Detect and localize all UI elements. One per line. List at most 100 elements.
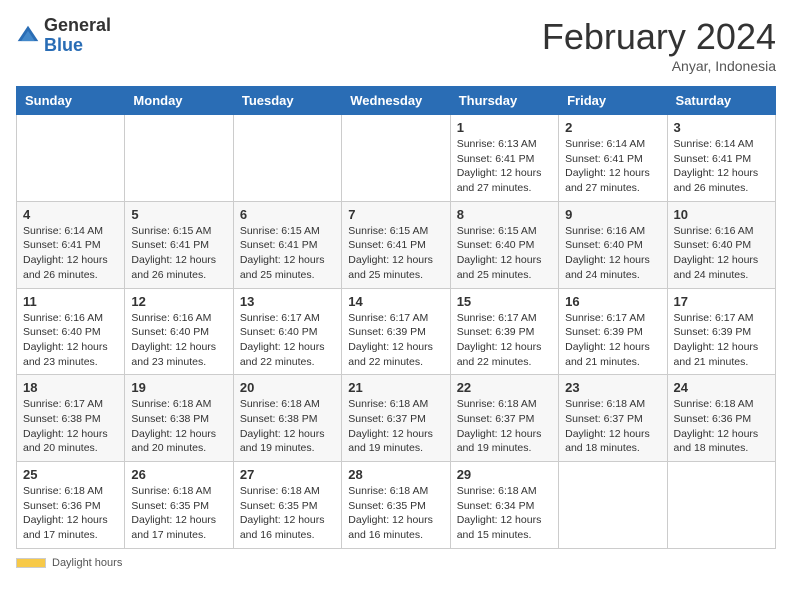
day-header-sunday: Sunday xyxy=(17,87,125,115)
day-info: Sunrise: 6:14 AM Sunset: 6:41 PM Dayligh… xyxy=(565,137,660,196)
day-number: 15 xyxy=(457,294,552,309)
calendar-cell xyxy=(667,462,775,549)
day-number: 14 xyxy=(348,294,443,309)
calendar-cell xyxy=(559,462,667,549)
day-number: 12 xyxy=(131,294,226,309)
calendar-cell xyxy=(125,115,233,202)
calendar-header: SundayMondayTuesdayWednesdayThursdayFrid… xyxy=(17,87,776,115)
calendar-cell: 6Sunrise: 6:15 AM Sunset: 6:41 PM Daylig… xyxy=(233,201,341,288)
day-info: Sunrise: 6:15 AM Sunset: 6:41 PM Dayligh… xyxy=(348,224,443,283)
day-header-thursday: Thursday xyxy=(450,87,558,115)
day-info: Sunrise: 6:17 AM Sunset: 6:39 PM Dayligh… xyxy=(348,311,443,370)
calendar-cell: 13 Sunrise: 6:17 AM Sunset: 6:40 PM Dayli… xyxy=(233,288,341,375)
month-title: February 2024 xyxy=(542,16,776,58)
day-info: Sunrise: 6:18 AM Sunset: 6:38 PM Dayligh… xyxy=(240,397,335,456)
calendar-cell: 9 Sunrise: 6:16 AM Sunset: 6:40 PM Daylig… xyxy=(559,201,667,288)
day-number: 7 xyxy=(348,207,443,222)
logo-blue: Blue xyxy=(44,36,111,56)
day-number: 2 xyxy=(565,120,660,135)
logo-icon xyxy=(16,24,40,48)
calendar-cell: 23 Sunrise: 6:18 AM Sunset: 6:37 PM Dayli… xyxy=(559,375,667,462)
calendar-cell xyxy=(342,115,450,202)
day-info: Sunrise: 6:15 AM Sunset: 6:40 PM Dayligh… xyxy=(457,224,552,283)
calendar-cell: 14 Sunrise: 6:17 AM Sunset: 6:39 PM Dayli… xyxy=(342,288,450,375)
calendar-cell: 29Sunrise: 6:18 AM Sunset: 6:34 PM Dayli… xyxy=(450,462,558,549)
day-number: 26 xyxy=(131,467,226,482)
week-row: 1Sunrise: 6:13 AM Sunset: 6:41 PM Daylig… xyxy=(17,115,776,202)
day-info: Sunrise: 6:17 AM Sunset: 6:39 PM Dayligh… xyxy=(674,311,769,370)
calendar-cell: 1Sunrise: 6:13 AM Sunset: 6:41 PM Daylig… xyxy=(450,115,558,202)
day-info: Sunrise: 6:16 AM Sunset: 6:40 PM Dayligh… xyxy=(131,311,226,370)
calendar-cell: 8 Sunrise: 6:15 AM Sunset: 6:40 PM Daylig… xyxy=(450,201,558,288)
calendar-cell xyxy=(17,115,125,202)
header: General Blue February 2024 Anyar, Indone… xyxy=(16,16,776,74)
day-number: 19 xyxy=(131,380,226,395)
logo: General Blue xyxy=(16,16,111,56)
calendar-cell: 25Sunrise: 6:18 AM Sunset: 6:36 PM Dayli… xyxy=(17,462,125,549)
day-number: 29 xyxy=(457,467,552,482)
calendar-cell: 4 Sunrise: 6:14 AM Sunset: 6:41 PM Daylig… xyxy=(17,201,125,288)
days-header-row: SundayMondayTuesdayWednesdayThursdayFrid… xyxy=(17,87,776,115)
day-header-wednesday: Wednesday xyxy=(342,87,450,115)
day-header-monday: Monday xyxy=(125,87,233,115)
day-number: 11 xyxy=(23,294,118,309)
week-row: 4 Sunrise: 6:14 AM Sunset: 6:41 PM Daylig… xyxy=(17,201,776,288)
week-row: 25Sunrise: 6:18 AM Sunset: 6:36 PM Dayli… xyxy=(17,462,776,549)
day-number: 4 xyxy=(23,207,118,222)
day-info: Sunrise: 6:18 AM Sunset: 6:37 PM Dayligh… xyxy=(565,397,660,456)
day-number: 17 xyxy=(674,294,769,309)
day-info: Sunrise: 6:18 AM Sunset: 6:35 PM Dayligh… xyxy=(348,484,443,543)
day-info: Sunrise: 6:18 AM Sunset: 6:38 PM Dayligh… xyxy=(131,397,226,456)
week-row: 11 Sunrise: 6:16 AM Sunset: 6:40 PM Dayli… xyxy=(17,288,776,375)
day-number: 9 xyxy=(565,207,660,222)
calendar-cell: 27Sunrise: 6:18 AM Sunset: 6:35 PM Dayli… xyxy=(233,462,341,549)
day-info: Sunrise: 6:13 AM Sunset: 6:41 PM Dayligh… xyxy=(457,137,552,196)
logo-general: General xyxy=(44,16,111,36)
calendar-body: 1Sunrise: 6:13 AM Sunset: 6:41 PM Daylig… xyxy=(17,115,776,549)
day-number: 28 xyxy=(348,467,443,482)
day-info: Sunrise: 6:14 AM Sunset: 6:41 PM Dayligh… xyxy=(674,137,769,196)
day-info: Sunrise: 6:17 AM Sunset: 6:40 PM Dayligh… xyxy=(240,311,335,370)
day-info: Sunrise: 6:14 AM Sunset: 6:41 PM Dayligh… xyxy=(23,224,118,283)
day-number: 18 xyxy=(23,380,118,395)
day-number: 25 xyxy=(23,467,118,482)
calendar-cell: 5Sunrise: 6:15 AM Sunset: 6:41 PM Daylig… xyxy=(125,201,233,288)
calendar-cell: 19 Sunrise: 6:18 AM Sunset: 6:38 PM Dayli… xyxy=(125,375,233,462)
day-number: 10 xyxy=(674,207,769,222)
day-info: Sunrise: 6:18 AM Sunset: 6:35 PM Dayligh… xyxy=(131,484,226,543)
day-info: Sunrise: 6:16 AM Sunset: 6:40 PM Dayligh… xyxy=(565,224,660,283)
day-number: 13 xyxy=(240,294,335,309)
day-number: 20 xyxy=(240,380,335,395)
day-number: 21 xyxy=(348,380,443,395)
day-info: Sunrise: 6:16 AM Sunset: 6:40 PM Dayligh… xyxy=(23,311,118,370)
calendar-cell: 11 Sunrise: 6:16 AM Sunset: 6:40 PM Dayli… xyxy=(17,288,125,375)
calendar-cell: 12 Sunrise: 6:16 AM Sunset: 6:40 PM Dayli… xyxy=(125,288,233,375)
calendar-cell: 17 Sunrise: 6:17 AM Sunset: 6:39 PM Dayli… xyxy=(667,288,775,375)
day-header-saturday: Saturday xyxy=(667,87,775,115)
calendar-cell: 28 Sunrise: 6:18 AM Sunset: 6:35 PM Dayli… xyxy=(342,462,450,549)
calendar-cell: 3Sunrise: 6:14 AM Sunset: 6:41 PM Daylig… xyxy=(667,115,775,202)
day-number: 16 xyxy=(565,294,660,309)
location-subtitle: Anyar, Indonesia xyxy=(542,58,776,74)
day-info: Sunrise: 6:16 AM Sunset: 6:40 PM Dayligh… xyxy=(674,224,769,283)
calendar-cell: 20 Sunrise: 6:18 AM Sunset: 6:38 PM Dayli… xyxy=(233,375,341,462)
calendar-cell: 24Sunrise: 6:18 AM Sunset: 6:36 PM Dayli… xyxy=(667,375,775,462)
day-number: 23 xyxy=(565,380,660,395)
title-area: February 2024 Anyar, Indonesia xyxy=(542,16,776,74)
day-number: 24 xyxy=(674,380,769,395)
day-info: Sunrise: 6:18 AM Sunset: 6:37 PM Dayligh… xyxy=(457,397,552,456)
calendar-cell: 18Sunrise: 6:17 AM Sunset: 6:38 PM Dayli… xyxy=(17,375,125,462)
daylight-label: Daylight hours xyxy=(52,557,122,569)
week-row: 18Sunrise: 6:17 AM Sunset: 6:38 PM Dayli… xyxy=(17,375,776,462)
calendar-cell: 16 Sunrise: 6:17 AM Sunset: 6:39 PM Dayli… xyxy=(559,288,667,375)
calendar-cell xyxy=(233,115,341,202)
day-number: 8 xyxy=(457,207,552,222)
day-info: Sunrise: 6:18 AM Sunset: 6:35 PM Dayligh… xyxy=(240,484,335,543)
daylight-bar-icon xyxy=(16,558,46,568)
day-info: Sunrise: 6:17 AM Sunset: 6:39 PM Dayligh… xyxy=(565,311,660,370)
day-number: 5 xyxy=(131,207,226,222)
calendar-cell: 26 Sunrise: 6:18 AM Sunset: 6:35 PM Dayli… xyxy=(125,462,233,549)
calendar-cell: 21Sunrise: 6:18 AM Sunset: 6:37 PM Dayli… xyxy=(342,375,450,462)
day-header-friday: Friday xyxy=(559,87,667,115)
day-info: Sunrise: 6:15 AM Sunset: 6:41 PM Dayligh… xyxy=(240,224,335,283)
